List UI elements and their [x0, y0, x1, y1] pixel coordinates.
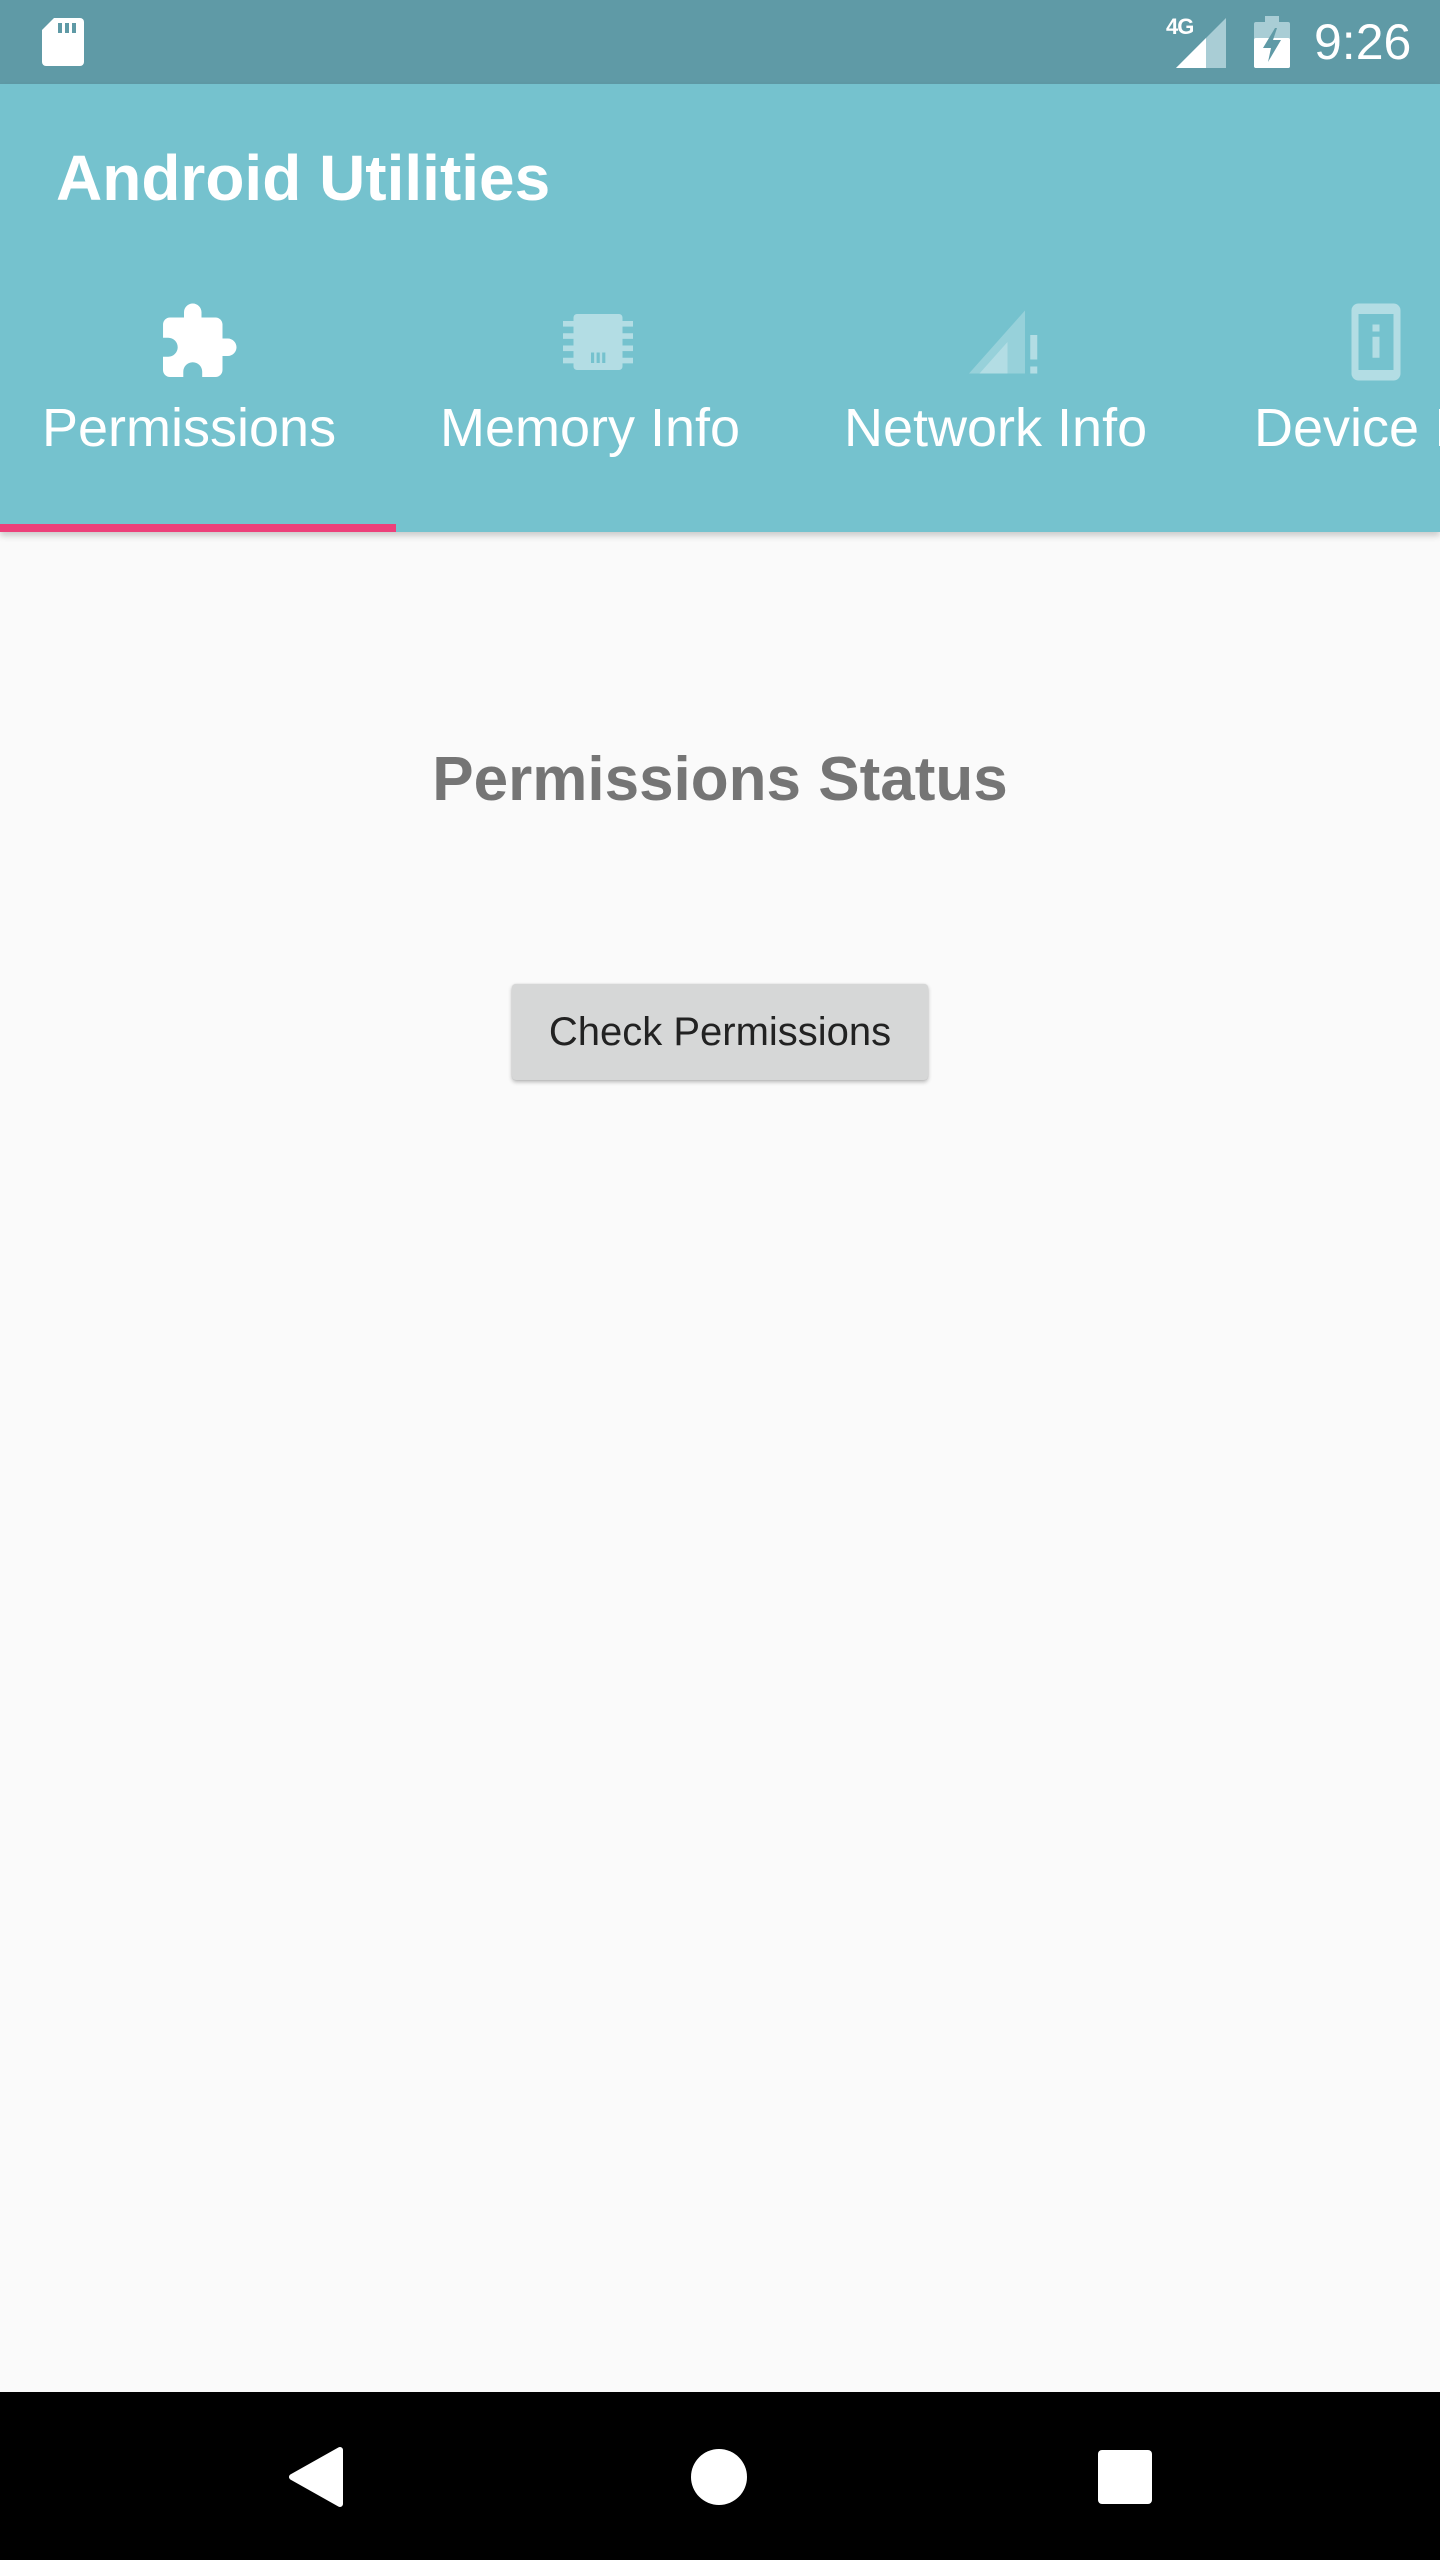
back-icon[interactable]	[288, 2446, 344, 2508]
app-bar: Android Utilities Permissions Memory Inf…	[0, 84, 1440, 532]
puzzle-piece-icon	[163, 303, 237, 377]
status-clock: 9:26	[1314, 14, 1412, 70]
tab-network-info[interactable]: Network Info	[802, 300, 1206, 532]
tab-label: Network Info	[844, 398, 1148, 458]
tab-memory-info[interactable]: Memory Info	[396, 300, 802, 532]
signal-icon	[1176, 18, 1226, 68]
recents-icon[interactable]	[1098, 2450, 1152, 2504]
status-bar: 4G 9:26	[0, 0, 1440, 84]
selected-tab-indicator	[0, 524, 396, 532]
tab-label: Device I	[1254, 398, 1440, 458]
signal-alert-icon	[969, 310, 1038, 374]
tab-permissions[interactable]: Permissions	[0, 300, 396, 532]
sd-card-icon	[42, 18, 84, 66]
check-permissions-button[interactable]: Check Permissions	[512, 984, 928, 1080]
home-icon[interactable]	[690, 2448, 748, 2506]
permissions-status-title: Permissions Status	[432, 745, 1008, 814]
navigation-bar	[0, 2392, 1440, 2560]
app-title: Android Utilities	[56, 142, 551, 214]
battery-charging-icon	[1254, 16, 1290, 68]
memory-chip-icon	[563, 314, 633, 370]
device-info-icon	[1351, 303, 1401, 381]
tab-device-info[interactable]: Device I	[1206, 300, 1440, 532]
tab-label: Permissions	[42, 398, 337, 458]
tab-label: Memory Info	[440, 398, 741, 458]
